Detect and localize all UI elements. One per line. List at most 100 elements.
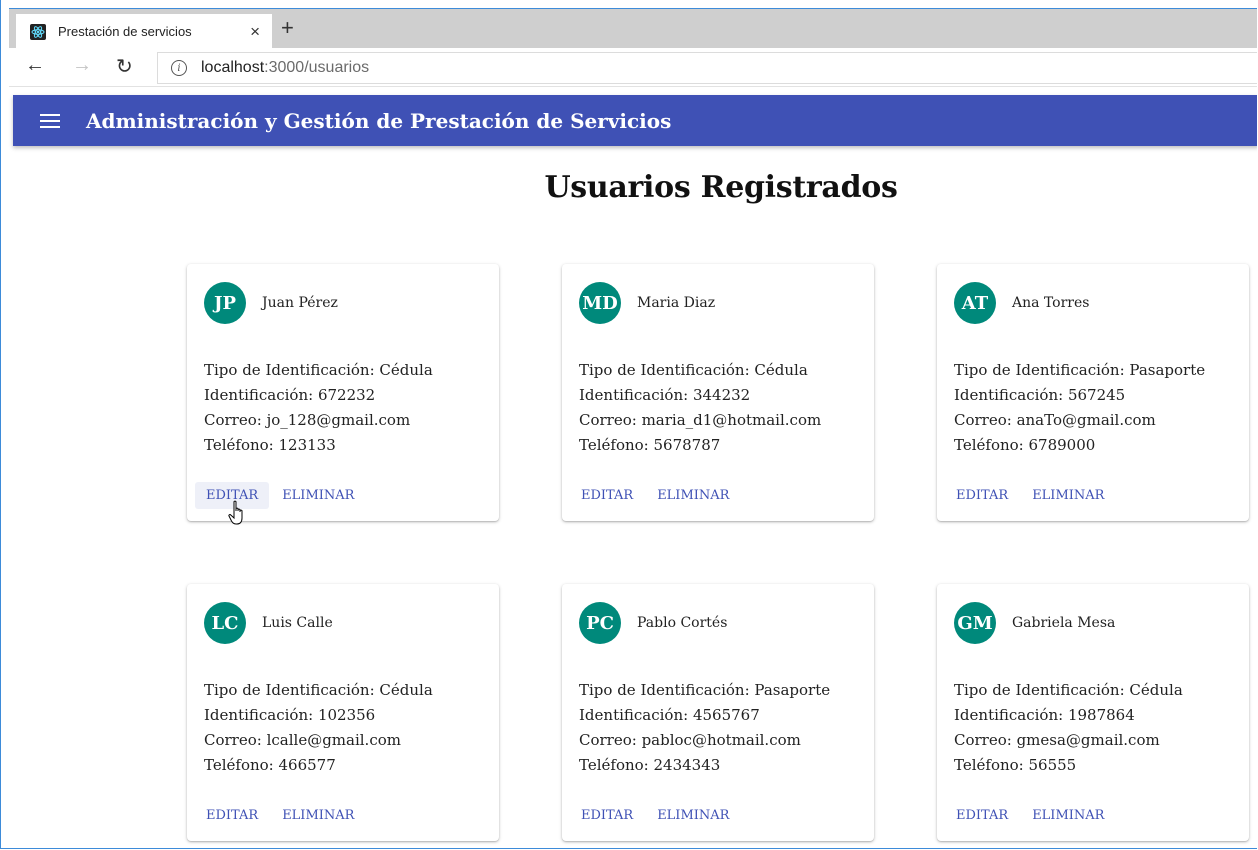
- phone-value: 466577: [278, 756, 336, 774]
- card-body: Tipo de Identificación: Cédula Identific…: [579, 358, 821, 458]
- id-type-row: Tipo de Identificación: Cédula: [204, 678, 433, 703]
- email-row: Correo: anaTo@gmail.com: [954, 408, 1205, 433]
- email-label: Correo:: [954, 411, 1017, 429]
- close-tab-icon[interactable]: ×: [250, 22, 260, 42]
- edit-button[interactable]: EDITAR: [570, 482, 644, 509]
- avatar: AT: [954, 282, 996, 324]
- user-card: GM Gabriela Mesa Tipo de Identificación:…: [937, 584, 1249, 841]
- email-label: Correo:: [954, 731, 1017, 749]
- email-value: gmesa@gmail.com: [1016, 731, 1160, 749]
- page-title: Usuarios Registrados: [544, 170, 898, 205]
- id-row: Identificación: 4565767: [579, 703, 830, 728]
- phone-label: Teléfono:: [579, 756, 654, 774]
- id-label: Identificación:: [954, 386, 1068, 404]
- id-type-label: Tipo de Identificación:: [579, 681, 755, 699]
- phone-row: Teléfono: 466577: [204, 753, 433, 778]
- id-type-row: Tipo de Identificación: Cédula: [579, 358, 821, 383]
- id-row: Identificación: 672232: [204, 383, 433, 408]
- delete-button[interactable]: ELIMINAR: [646, 802, 740, 829]
- info-icon[interactable]: i: [171, 60, 187, 76]
- edit-button[interactable]: EDITAR: [195, 802, 269, 829]
- avatar: MD: [579, 282, 621, 324]
- new-tab-icon[interactable]: +: [281, 15, 294, 41]
- phone-value: 6789000: [1028, 436, 1096, 454]
- user-card: MD Maria Diaz Tipo de Identificación: Cé…: [562, 264, 874, 521]
- user-name: Pablo Cortés: [637, 615, 728, 631]
- id-type-row: Tipo de Identificación: Cédula: [204, 358, 433, 383]
- id-row: Identificación: 567245: [954, 383, 1205, 408]
- id-label: Identificación:: [579, 706, 693, 724]
- reload-icon[interactable]: ↻: [116, 54, 133, 79]
- id-label: Identificación:: [204, 706, 318, 724]
- card-body: Tipo de Identificación: Cédula Identific…: [204, 358, 433, 458]
- address-row: ← → ↻ i localhost:3000/usuarios: [9, 48, 1257, 87]
- card-body: Tipo de Identificación: Cédula Identific…: [954, 678, 1183, 778]
- delete-button[interactable]: ELIMINAR: [271, 802, 365, 829]
- phone-label: Teléfono:: [204, 436, 279, 454]
- card-actions: EDITAR ELIMINAR: [195, 482, 367, 509]
- card-header: PC Pablo Cortés: [579, 602, 727, 644]
- id-type-label: Tipo de Identificación:: [579, 361, 755, 379]
- id-label: Identificación:: [579, 386, 693, 404]
- id-value: 1987864: [1067, 706, 1135, 724]
- id-label: Identificación:: [204, 386, 318, 404]
- id-type-label: Tipo de Identificación:: [204, 681, 380, 699]
- address-bar[interactable]: i localhost:3000/usuarios: [157, 52, 1257, 84]
- edit-button[interactable]: EDITAR: [945, 802, 1019, 829]
- delete-button[interactable]: ELIMINAR: [271, 482, 365, 509]
- avatar: JP: [204, 282, 246, 324]
- card-header: GM Gabriela Mesa: [954, 602, 1115, 644]
- phone-label: Teléfono:: [954, 756, 1029, 774]
- edit-button[interactable]: EDITAR: [570, 802, 644, 829]
- card-actions: EDITAR ELIMINAR: [570, 802, 742, 829]
- hamburger-menu-icon[interactable]: [40, 113, 60, 128]
- email-value: pabloc@hotmail.com: [641, 731, 801, 749]
- user-name: Luis Calle: [262, 615, 333, 631]
- card-body: Tipo de Identificación: Pasaporte Identi…: [579, 678, 830, 778]
- id-type-label: Tipo de Identificación:: [204, 361, 380, 379]
- avatar: PC: [579, 602, 621, 644]
- card-actions: EDITAR ELIMINAR: [195, 802, 367, 829]
- card-body: Tipo de Identificación: Cédula Identific…: [204, 678, 433, 778]
- forward-arrow-icon[interactable]: →: [72, 54, 92, 77]
- id-type-label: Tipo de Identificación:: [954, 361, 1130, 379]
- avatar: LC: [204, 602, 246, 644]
- back-arrow-icon[interactable]: ←: [25, 54, 45, 77]
- delete-button[interactable]: ELIMINAR: [646, 482, 740, 509]
- id-type-value: Cédula: [754, 361, 808, 379]
- app-title: Administración y Gestión de Prestación d…: [86, 108, 672, 133]
- user-name: Gabriela Mesa: [1012, 615, 1116, 631]
- tab-title: Prestación de servicios: [58, 24, 192, 39]
- edit-button[interactable]: EDITAR: [945, 482, 1019, 509]
- id-row: Identificación: 344232: [579, 383, 821, 408]
- user-name: Ana Torres: [1012, 295, 1090, 311]
- id-type-label: Tipo de Identificación:: [954, 681, 1130, 699]
- id-value: 672232: [317, 386, 376, 404]
- delete-button[interactable]: ELIMINAR: [1021, 802, 1115, 829]
- id-type-value: Pasaporte: [754, 681, 831, 699]
- id-type-value: Cédula: [379, 681, 433, 699]
- phone-value: 56555: [1028, 756, 1077, 774]
- phone-label: Teléfono:: [954, 436, 1029, 454]
- url-path: :3000/usuarios: [264, 59, 370, 76]
- email-row: Correo: jo_128@gmail.com: [204, 408, 433, 433]
- id-value: 344232: [692, 386, 751, 404]
- id-type-value: Pasaporte: [1129, 361, 1206, 379]
- id-type-value: Cédula: [1129, 681, 1183, 699]
- card-actions: EDITAR ELIMINAR: [945, 802, 1117, 829]
- tab-bar: Prestación de servicios × +: [9, 8, 1257, 49]
- email-value: anaTo@gmail.com: [1016, 411, 1156, 429]
- id-row: Identificación: 1987864: [954, 703, 1183, 728]
- phone-row: Teléfono: 5678787: [579, 433, 821, 458]
- delete-button[interactable]: ELIMINAR: [1021, 482, 1115, 509]
- phone-row: Teléfono: 56555: [954, 753, 1183, 778]
- browser-window: Prestación de servicios × + ← → ↻ i loca…: [0, 0, 1257, 849]
- avatar: GM: [954, 602, 996, 644]
- phone-label: Teléfono:: [579, 436, 654, 454]
- user-name: Maria Diaz: [637, 295, 716, 311]
- user-card: AT Ana Torres Tipo de Identificación: Pa…: [937, 264, 1249, 521]
- id-type-value: Cédula: [379, 361, 433, 379]
- browser-tab[interactable]: Prestación de servicios ×: [16, 14, 272, 49]
- phone-label: Teléfono:: [204, 756, 279, 774]
- email-row: Correo: maria_d1@hotmail.com: [579, 408, 821, 433]
